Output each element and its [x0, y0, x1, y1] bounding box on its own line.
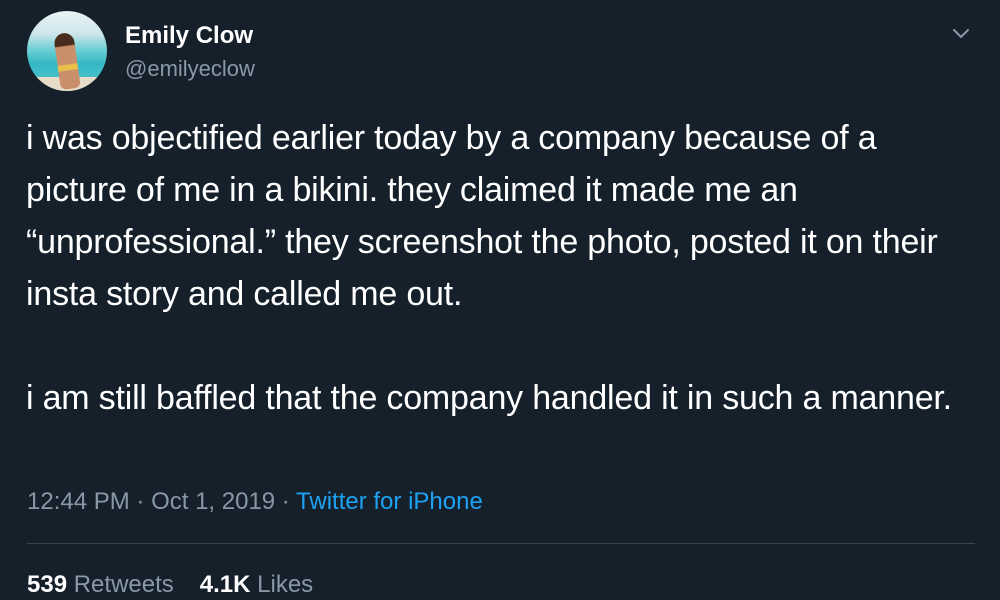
tweet-paragraph: i am still baffled that the company hand…	[26, 379, 952, 417]
likes-stat[interactable]: 4.1K Likes	[200, 571, 313, 598]
tweet-date[interactable]: Oct 1, 2019	[151, 488, 275, 515]
chevron-down-icon[interactable]	[950, 22, 972, 44]
tweet: Emily Clow @emilyeclow i was objectified…	[0, 0, 1000, 600]
retweets-label: Retweets	[73, 571, 174, 598]
likes-label: Likes	[257, 571, 314, 598]
retweets-stat[interactable]: 539 Retweets	[27, 571, 174, 598]
likes-count: 4.1K	[199, 571, 251, 598]
retweets-count: 539	[27, 571, 68, 598]
tweet-time[interactable]: 12:44 PM	[27, 488, 130, 515]
user-handle[interactable]: @emilyeclow	[125, 56, 255, 82]
divider	[27, 543, 975, 544]
tweet-meta: 12:44 PM · Oct 1, 2019 · Twitter for iPh…	[27, 487, 483, 517]
avatar[interactable]	[27, 11, 107, 91]
meta-separator: ·	[129, 488, 152, 515]
tweet-source-link[interactable]: Twitter for iPhone	[296, 488, 483, 515]
tweet-stats: 539 Retweets 4.1K Likes	[27, 570, 313, 600]
tweet-text: i was objectified earlier today by a com…	[26, 112, 986, 424]
display-name[interactable]: Emily Clow	[125, 22, 253, 50]
meta-separator: ·	[275, 488, 297, 515]
tweet-paragraph: i was objectified earlier today by a com…	[26, 119, 938, 313]
